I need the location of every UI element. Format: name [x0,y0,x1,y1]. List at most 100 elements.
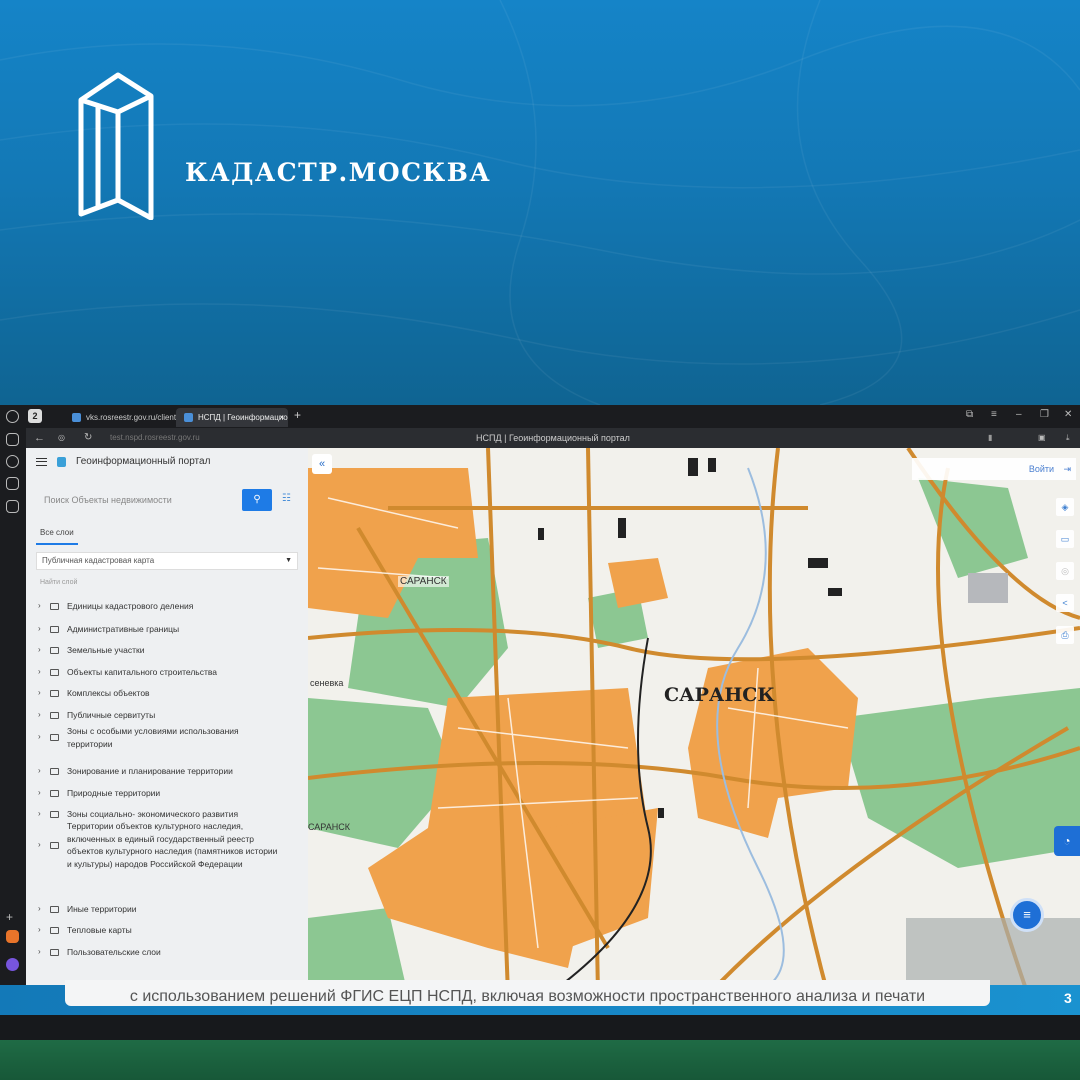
tab-bar: 2 vks.rosreestr.gov.ru/client НСПД | Гео… [26,405,1080,428]
layer-item[interactable]: › Земельные участки [36,644,282,657]
basemap-select[interactable]: Публичная кадастровая карта ▼ [36,552,298,570]
chevron-down-icon: ▼ [285,557,292,564]
layer-item[interactable]: › Единицы кадастрового деления [36,600,282,613]
layer-item[interactable]: › Природные территории [36,787,282,800]
caption-text: с использованием решений ФГИС ЕЦП НСПД, … [65,980,990,1006]
ruler-icon[interactable]: ▭ [1056,530,1074,548]
page-title: НСПД | Геоинформационный портал [476,433,630,443]
topographic-pattern [0,0,1080,405]
screenshot-icon[interactable] [6,500,19,513]
map-svg [308,448,1080,995]
tab-all-layers[interactable]: Все слои [36,528,78,545]
add-icon[interactable]: + [6,910,19,924]
layer-label: Зонирование и планирование территории [67,766,233,776]
browser-sidebar: + [0,405,26,1015]
play-icon[interactable] [6,455,19,468]
brand-name: КАДАСТР.МОСКВА [185,158,492,187]
city-label-small: САРАНСК [308,822,350,832]
search-button[interactable]: ⚲ [242,489,272,511]
chevron-right-icon[interactable]: › [36,808,50,821]
share-icon[interactable]: < [1056,594,1074,612]
layer-label: Единицы кадастрового деления [67,601,194,611]
portal-icon [57,456,66,467]
alice-app-icon[interactable] [6,958,19,971]
layer-item[interactable]: › Комплексы объектов [36,687,282,700]
extensions-icon[interactable]: ⧉ [966,409,973,420]
folder-icon [50,625,59,633]
layer-item[interactable]: › Территории объектов культурного наследи… [36,820,282,870]
chevron-right-icon[interactable]: › [36,623,50,636]
layer-item[interactable]: › Иные территории [36,903,282,916]
chevron-right-icon[interactable]: › [36,946,50,959]
print-icon[interactable]: ⎙ [1056,626,1074,644]
chat-button[interactable]: ≡ [1010,898,1044,932]
layer-label: Тепловые карты [67,925,132,935]
reader-icon[interactable]: ▣ [1038,428,1046,448]
search-input[interactable]: Поиск Объекты недвижимости [38,488,272,512]
tabs-icon[interactable] [6,477,19,490]
menu-icon[interactable] [36,457,47,466]
restore-button[interactable]: ❐ [1040,409,1049,420]
chevron-right-icon[interactable]: › [36,924,50,937]
assistant-button[interactable]: ◔ [1054,826,1080,856]
village-label: сеневка [310,678,344,688]
chevron-right-icon[interactable]: › [36,644,50,657]
close-tab-icon[interactable]: × [279,408,284,427]
message-icon: ≡ [1023,907,1031,922]
minimize-button[interactable]: – [1016,409,1022,420]
folder-icon [50,767,59,775]
folder-icon [50,841,59,849]
layer-label: Пользовательские слои [67,947,161,957]
layer-item[interactable]: › Зонирование и планирование территории [36,765,282,778]
layers-panel: Геоинформационный портал Поиск Объекты н… [26,448,308,995]
location-icon[interactable]: ◎ [1056,562,1074,580]
close-window-button[interactable]: ✕ [1064,409,1072,420]
bookmark-icon[interactable]: ▮ [988,428,992,448]
chevron-right-icon[interactable]: › [36,731,50,744]
city-label: САРАНСК [664,684,775,706]
layer-label: Природные территории [67,788,161,798]
layer-label: Объекты капитального строительства [67,667,218,677]
folder-icon [50,734,59,741]
browser-window: + 2 vks.rosreestr.gov.ru/client НСПД | Г… [0,405,1080,1015]
chevron-right-icon[interactable]: › [36,765,50,778]
tab-vks[interactable]: vks.rosreestr.gov.ru/client [64,408,176,427]
layer-item[interactable]: › Публичные сервитуты [36,709,282,722]
history-icon[interactable] [6,410,19,423]
folder-icon [50,905,59,913]
find-layer-input[interactable]: Найти слой [40,579,77,586]
green-footer [0,1040,1080,1080]
layer-item[interactable]: › Тепловые карты [36,924,282,937]
mail-app-icon[interactable] [6,930,19,943]
folder-icon [50,646,59,654]
menu-icon[interactable]: ≡ [991,409,997,420]
collapse-panel-button[interactable]: « [312,454,332,474]
chevron-right-icon[interactable]: › [36,839,50,852]
tab-nspd[interactable]: НСПД | Геоинформацио × [176,408,288,427]
tab-count-badge[interactable]: 2 [28,409,42,423]
chevron-right-icon[interactable]: › [36,687,50,700]
chevron-right-icon[interactable]: › [36,903,50,916]
layer-item[interactable]: › Административные границы [36,623,282,636]
layer-label: Зоны с особыми условиями использования т… [67,726,239,749]
promo-banner: КАДАСТР.МОСКВА [0,0,1080,405]
download-icon[interactable]: ⤓ [1066,428,1070,448]
map-canvas[interactable]: САРАНСК САРАНСК САРАНСК сеневка « Войти ⇥… [308,448,1080,995]
city-label-small: САРАНСК [398,576,449,587]
park-area [918,478,1028,578]
layer-item[interactable]: › Зоны с особыми условиями использования … [36,725,282,750]
layer-item[interactable]: › Зоны социально- экономического развития [36,808,282,821]
chevron-right-icon[interactable]: › [36,709,50,722]
chevron-right-icon[interactable]: › [36,666,50,679]
filter-icon[interactable]: ☷ [282,493,291,504]
login-button[interactable]: Войти ⇥ [912,458,1076,480]
layer-item[interactable]: › Объекты капитального строительства [36,666,282,679]
layer-label: Зоны социально- экономического развития [67,809,239,819]
new-tab-button[interactable]: + [294,408,301,422]
chevron-right-icon[interactable]: › [36,787,50,800]
chevron-right-icon[interactable]: › [36,600,50,613]
layer-item[interactable]: › Пользовательские слои [36,946,282,959]
layers-icon[interactable]: ◈ [1056,498,1074,516]
collections-icon[interactable] [6,433,19,446]
building-block [968,573,1008,603]
